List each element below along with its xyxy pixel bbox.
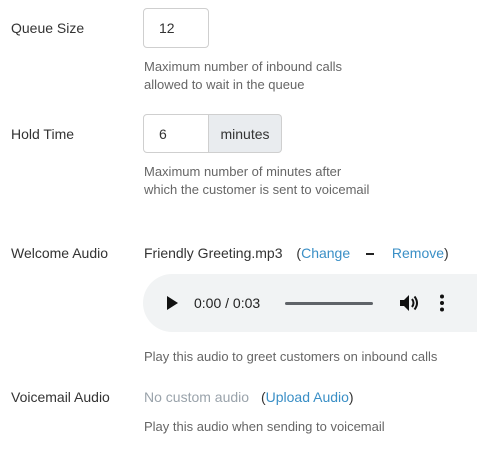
change-audio-link[interactable]: Change — [301, 245, 350, 261]
voicemail-audio-help: Play this audio when sending to voicemai… — [144, 419, 385, 434]
separator-dash — [366, 253, 375, 256]
audio-player: 0:00 / 0:03 — [143, 274, 477, 332]
queue-size-help-line2: allowed to wait in the queue — [144, 77, 305, 92]
queue-size-help: Maximum number of inbound calls allowed … — [144, 58, 342, 94]
welcome-audio-help: Play this audio to greet customers on in… — [144, 349, 438, 364]
welcome-audio-filename: Friendly Greeting.mp3 — [144, 245, 283, 261]
hold-time-help-line1: Maximum number of minutes after — [144, 164, 342, 179]
more-options-icon[interactable] — [440, 294, 444, 312]
queue-size-help-line1: Maximum number of inbound calls — [144, 59, 342, 74]
voicemail-audio-status: No custom audio — [144, 389, 250, 405]
queue-size-input[interactable]: 12 — [143, 8, 209, 48]
hold-time-input[interactable]: 6 — [143, 114, 209, 153]
player-time: 0:00 / 0:03 — [194, 295, 261, 311]
welcome-audio-close-paren: ) — [444, 245, 449, 261]
hold-time-unit-addon: minutes — [209, 114, 282, 153]
hold-time-help-line2: which the customer is sent to voicemail — [144, 182, 370, 197]
queue-size-label: Queue Size — [11, 20, 85, 36]
remove-audio-link[interactable]: Remove — [392, 245, 444, 261]
hold-time-help: Maximum number of minutes after which th… — [144, 163, 369, 199]
volume-icon[interactable] — [399, 294, 419, 312]
play-icon[interactable] — [167, 296, 178, 310]
welcome-audio-label: Welcome Audio — [11, 245, 109, 261]
voicemail-audio-label: Voicemail Audio — [11, 389, 110, 405]
voicemail-audio-line: No custom audio (Upload Audio) — [144, 389, 354, 405]
upload-audio-link[interactable]: Upload Audio — [266, 389, 349, 405]
welcome-audio-file-line: Friendly Greeting.mp3 (Change Remove) — [144, 245, 449, 261]
hold-time-label: Hold Time — [11, 126, 75, 142]
voicemail-audio-close-paren: ) — [348, 389, 354, 405]
progress-track[interactable] — [285, 302, 373, 305]
